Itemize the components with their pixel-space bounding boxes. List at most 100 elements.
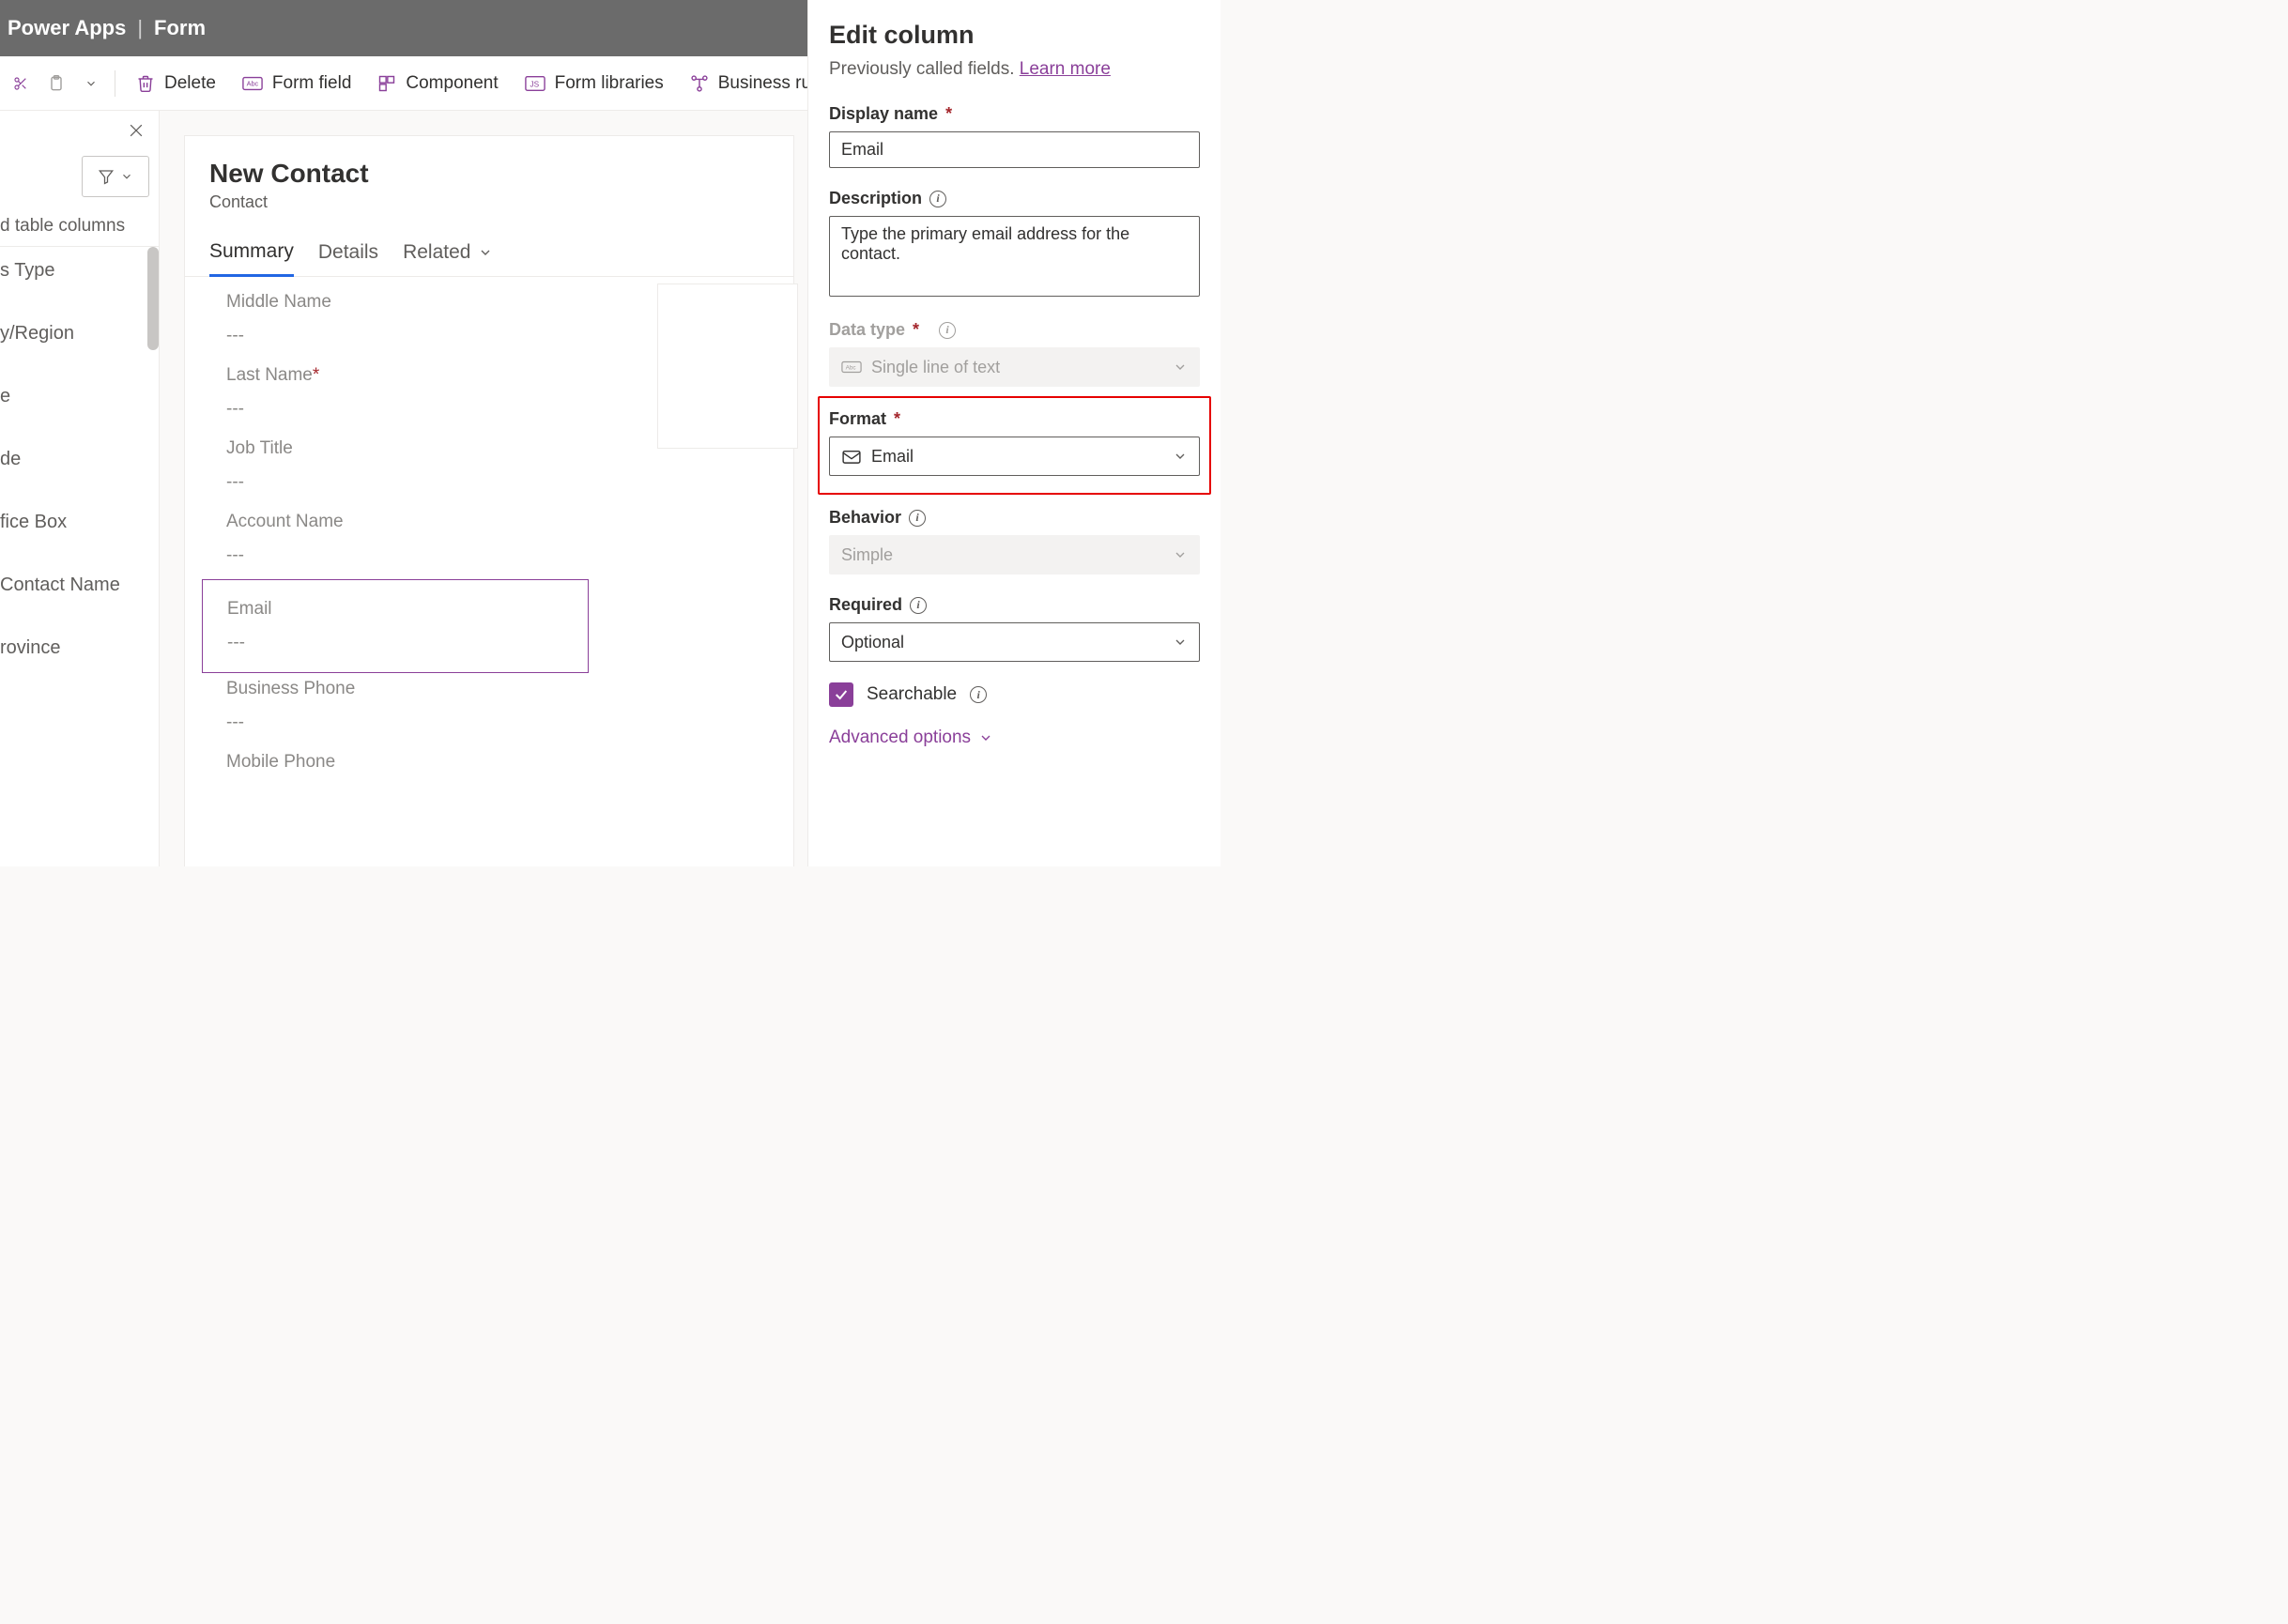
paste-button[interactable] <box>39 65 73 102</box>
form-canvas: New Contact Contact Summary Details Rela… <box>184 135 794 866</box>
chevron-down-icon <box>84 77 98 90</box>
tab-details[interactable]: Details <box>318 233 378 276</box>
field-mobile-phone[interactable]: Mobile Phone <box>226 746 752 786</box>
chevron-down-icon <box>1173 635 1188 650</box>
data-type-select: Abc Single line of text <box>829 347 1200 387</box>
field-value: --- <box>226 545 752 566</box>
format-control: Format * Email <box>829 409 1200 476</box>
filter-icon <box>98 168 115 185</box>
required-value: Optional <box>841 633 904 652</box>
close-icon[interactable] <box>127 121 146 140</box>
chevron-down-icon <box>978 730 993 745</box>
component-label: Component <box>406 73 498 94</box>
form-libraries-button[interactable]: JS Form libraries <box>514 65 675 102</box>
info-icon[interactable]: i <box>929 191 946 207</box>
field-email[interactable]: Email --- <box>202 579 589 673</box>
form-field-button[interactable]: Abc Form field <box>231 65 362 102</box>
js-icon: JS <box>525 75 545 92</box>
form-field-label: Form field <box>272 73 351 94</box>
left-panel: d table columns s Type y/Region e de fic… <box>0 111 160 866</box>
abc-icon: Abc <box>841 360 862 374</box>
delete-label: Delete <box>164 73 216 94</box>
tab-related[interactable]: Related <box>403 233 493 276</box>
scrollbar[interactable] <box>147 247 159 350</box>
form-tabs: Summary Details Related <box>185 233 793 277</box>
required-label: Required i <box>829 595 1200 615</box>
advanced-options-toggle[interactable]: Advanced options <box>829 728 1200 748</box>
display-name-input[interactable] <box>829 131 1200 168</box>
brand-label: Power Apps <box>8 16 126 40</box>
form-libraries-label: Form libraries <box>555 73 664 94</box>
component-icon <box>377 74 396 93</box>
field-account-name[interactable]: Account Name --- <box>226 506 752 579</box>
field-label: Account Name <box>226 512 752 532</box>
chevron-down-icon <box>1173 360 1188 375</box>
tab-related-label: Related <box>403 241 470 264</box>
preview-card <box>657 283 798 449</box>
header-separator: | <box>137 16 143 40</box>
searchable-label: Searchable <box>867 684 957 705</box>
data-type-control: Data type * i Abc Single line of text <box>829 320 1200 387</box>
display-name-control: Display name * <box>829 104 1200 168</box>
behavior-value: Simple <box>841 545 893 565</box>
info-icon[interactable]: i <box>909 510 926 527</box>
list-item[interactable]: y/Region <box>0 310 159 373</box>
field-value: --- <box>227 633 588 653</box>
list-item[interactable]: e <box>0 373 159 436</box>
field-value: --- <box>226 472 752 493</box>
display-name-label: Display name * <box>829 104 1200 124</box>
info-icon[interactable]: i <box>939 322 956 339</box>
chevron-down-icon <box>1173 547 1188 562</box>
form-entity: Contact <box>185 192 793 233</box>
list-item[interactable]: rovince <box>0 624 159 687</box>
paste-dropdown[interactable] <box>77 65 105 102</box>
learn-more-link[interactable]: Learn more <box>1020 59 1111 79</box>
format-label: Format * <box>829 409 1200 429</box>
field-label: Mobile Phone <box>226 752 752 773</box>
flow-icon <box>690 74 709 93</box>
description-control: Description i <box>829 189 1200 299</box>
scissors-icon <box>13 74 28 93</box>
trash-icon <box>136 74 155 93</box>
advanced-label: Advanced options <box>829 728 971 748</box>
section-label: Form <box>154 16 206 40</box>
description-input[interactable] <box>829 216 1200 297</box>
data-type-value: Single line of text <box>871 358 1000 377</box>
chevron-down-icon <box>478 245 493 260</box>
left-heading: d table columns <box>0 207 159 246</box>
format-highlight: Format * Email <box>818 396 1211 495</box>
tab-summary[interactable]: Summary <box>209 233 294 277</box>
list-item[interactable]: Contact Name <box>0 561 159 624</box>
list-item[interactable]: fice Box <box>0 498 159 561</box>
cut-button[interactable] <box>6 65 36 102</box>
chevron-down-icon <box>120 170 133 183</box>
searchable-checkbox[interactable] <box>829 682 853 707</box>
abc-icon: Abc <box>242 76 263 91</box>
info-icon[interactable]: i <box>910 597 927 614</box>
required-select[interactable]: Optional <box>829 622 1200 662</box>
filter-button[interactable] <box>82 156 149 197</box>
check-icon <box>834 687 849 702</box>
chevron-down-icon <box>1173 449 1188 464</box>
field-business-phone[interactable]: Business Phone --- <box>226 673 752 746</box>
svg-text:Abc: Abc <box>846 365 857 372</box>
info-icon[interactable]: i <box>970 686 987 703</box>
form-title: New Contact <box>185 136 793 192</box>
field-label: Email <box>227 599 588 620</box>
svg-text:JS: JS <box>530 80 539 88</box>
data-type-label: Data type * i <box>829 320 1200 340</box>
list-item[interactable]: de <box>0 436 159 498</box>
edit-column-panel: Edit column Previously called fields. Le… <box>807 0 1221 866</box>
format-value: Email <box>871 447 914 467</box>
mail-icon <box>841 449 862 464</box>
behavior-control: Behavior i Simple <box>829 508 1200 575</box>
delete-button[interactable]: Delete <box>125 65 227 102</box>
list-item[interactable]: s Type <box>0 247 159 310</box>
panel-subtitle: Previously called fields. Learn more <box>829 59 1200 80</box>
searchable-row: Searchable i <box>829 682 1200 707</box>
clipboard-icon <box>47 74 66 93</box>
behavior-select: Simple <box>829 535 1200 575</box>
format-select[interactable]: Email <box>829 437 1200 476</box>
component-button[interactable]: Component <box>366 65 509 102</box>
description-label: Description i <box>829 189 1200 208</box>
